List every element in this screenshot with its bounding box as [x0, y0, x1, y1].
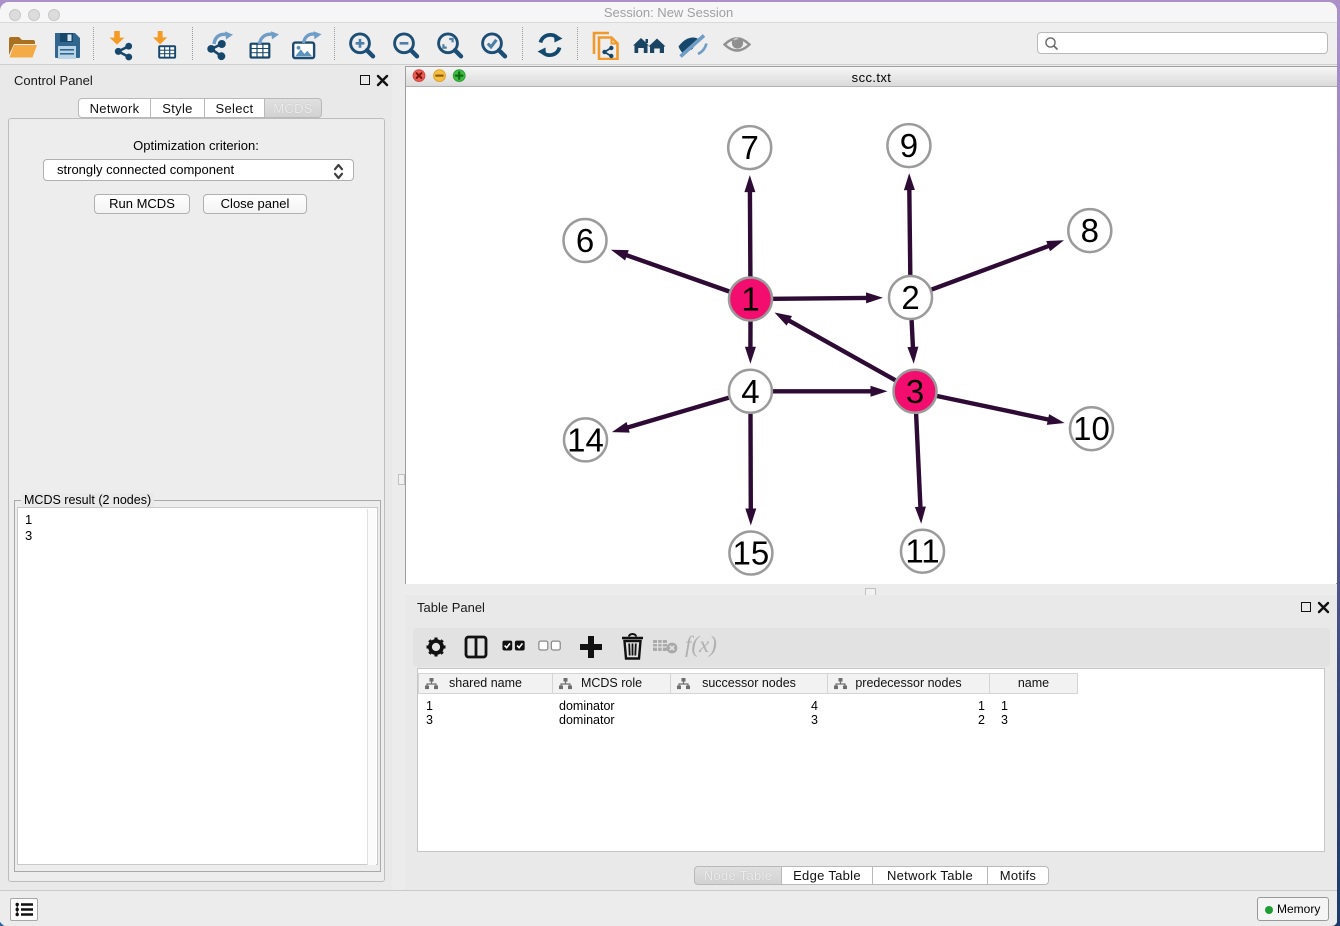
svg-text:9: 9: [900, 127, 918, 164]
svg-text:3: 3: [906, 373, 924, 410]
svg-text:10: 10: [1073, 410, 1110, 447]
svg-text:7: 7: [741, 129, 759, 166]
svg-text:8: 8: [1081, 212, 1099, 249]
svg-text:15: 15: [733, 535, 770, 572]
svg-text:4: 4: [741, 373, 759, 410]
svg-text:1: 1: [741, 281, 759, 318]
svg-text:6: 6: [576, 222, 594, 259]
svg-text:11: 11: [905, 533, 939, 570]
svg-text:2: 2: [901, 279, 919, 316]
svg-text:14: 14: [567, 421, 604, 458]
